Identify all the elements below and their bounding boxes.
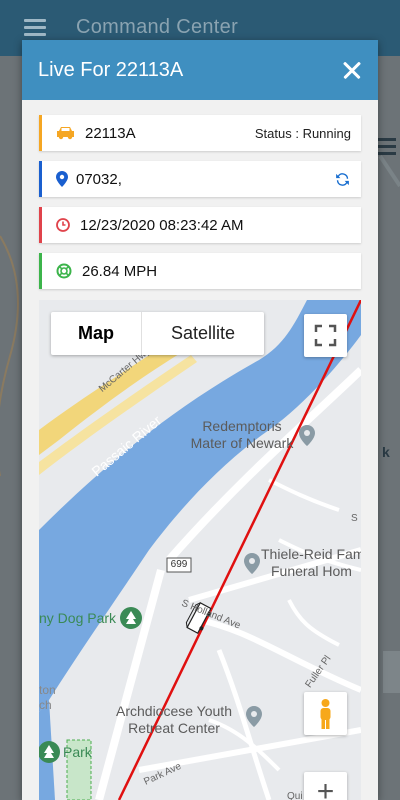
tab-map[interactable]: Map — [51, 312, 141, 355]
location-value: 07032, — [76, 170, 122, 188]
thiele-label-2: Funeral Hom — [271, 563, 352, 579]
background-label: k — [382, 444, 390, 460]
vehicle-card: 22113A Status : Running — [39, 115, 361, 151]
app-title: Command Center — [76, 16, 239, 38]
dogpark-label: ny Dog Park — [39, 610, 117, 626]
park-tree-icon-2 — [39, 741, 60, 763]
hamburger-menu-icon[interactable] — [24, 19, 46, 40]
vehicle-id: 22113A — [85, 124, 136, 142]
refresh-icon[interactable] — [334, 171, 351, 188]
map-fragment-label-3: S — [351, 513, 358, 524]
archdiocese-label-2: Retreat Center — [128, 720, 220, 736]
thiele-label-1: Thiele-Reid Famil — [261, 546, 361, 562]
redemptoris-label-1: Redemptoris — [202, 418, 282, 434]
close-icon[interactable] — [340, 58, 364, 82]
archdiocese-label-1: Archdiocese Youth — [116, 703, 232, 719]
location-pin-icon — [56, 171, 68, 187]
speed-value: 26.84 MPH — [82, 262, 158, 280]
map-fragment-label-4: Qui — [287, 791, 303, 800]
pegman-icon — [320, 699, 331, 729]
zoom-in-button[interactable]: + — [304, 772, 347, 800]
location-card: 07032, — [39, 161, 361, 197]
clock-icon — [56, 218, 70, 232]
fullscreen-icon — [314, 324, 337, 347]
live-tracking-dialog: Live For 22113A 22113A Status : Running … — [22, 40, 378, 800]
tab-satellite[interactable]: Satellite — [141, 312, 264, 355]
map-type-control: Map Satellite — [51, 312, 264, 355]
route-shield-label: 699 — [170, 559, 188, 570]
dialog-header: Live For 22113A — [22, 40, 378, 100]
datetime-card: 12/23/2020 08:23:42 AM — [39, 207, 361, 243]
fullscreen-button[interactable] — [304, 314, 347, 357]
live-map[interactable]: Passaic River Redemptoris Mater of Newar… — [39, 300, 361, 800]
car-icon — [57, 127, 74, 140]
list-icon[interactable] — [378, 138, 396, 159]
vehicle-status: Status : Running — [254, 125, 351, 141]
map-fragment-label-2: ch — [39, 698, 52, 712]
speed-card: 26.84 MPH — [39, 253, 361, 289]
lifebuoy-icon — [56, 263, 72, 279]
park-tree-icon — [120, 607, 142, 629]
street-view-button[interactable] — [304, 692, 347, 735]
dialog-title: Live For 22113A — [38, 58, 184, 81]
datetime-value: 12/23/2020 08:23:42 AM — [80, 216, 244, 234]
park-label: Park — [63, 744, 92, 760]
redemptoris-label-2: Mater of Newark — [190, 435, 294, 451]
